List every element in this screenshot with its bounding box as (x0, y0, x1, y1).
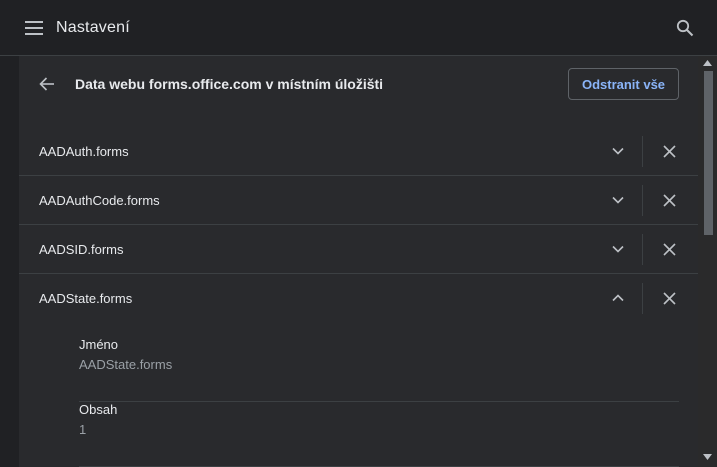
expand-button[interactable] (602, 184, 634, 216)
remove-all-button[interactable]: Odstranit vše (568, 68, 679, 100)
separator (642, 283, 643, 314)
scroll-down-arrow-icon[interactable] (702, 453, 713, 464)
detail-field-content: Obsah 1 (79, 402, 679, 467)
collapse-button[interactable] (602, 282, 634, 314)
menu-icon (25, 20, 43, 35)
page-title: Nastavení (56, 18, 130, 36)
storage-item: AADSID.forms (19, 225, 698, 274)
close-icon (662, 291, 676, 305)
subpage-header: Data webu forms.office.com v místním úlo… (19, 56, 698, 112)
scroll-up-arrow-icon[interactable] (702, 59, 713, 70)
storage-item: AADAuthCode.forms (19, 176, 698, 225)
separator (642, 185, 643, 216)
delete-button[interactable] (653, 135, 685, 167)
storage-item-label: AADSID.forms (39, 241, 124, 257)
chevron-down-icon (612, 245, 624, 253)
detail-label: Obsah (79, 402, 118, 417)
scrollbar-thumb[interactable] (704, 71, 713, 235)
settings-card: Data webu forms.office.com v místním úlo… (19, 56, 698, 467)
chevron-down-icon (612, 196, 624, 204)
separator (642, 234, 643, 265)
delete-button[interactable] (653, 282, 685, 314)
top-toolbar: Nastavení (0, 0, 717, 56)
detail-value: AADState.forms (79, 357, 173, 372)
close-icon (662, 144, 676, 158)
subpage-title: Data webu forms.office.com v místním úlo… (75, 76, 384, 92)
detail-value: 1 (79, 422, 87, 437)
storage-item-label: AADAuth.forms (39, 143, 129, 159)
delete-button[interactable] (653, 184, 685, 216)
storage-item: AADAuth.forms (19, 127, 698, 176)
arrow-back-icon (39, 76, 55, 92)
storage-item-label: AADAuthCode.forms (39, 192, 160, 208)
back-button[interactable] (27, 64, 67, 104)
close-icon (662, 193, 676, 207)
menu-button[interactable] (6, 0, 62, 56)
detail-field-name: Jméno AADState.forms (79, 337, 679, 402)
chevron-up-icon (612, 294, 624, 302)
expand-button[interactable] (602, 135, 634, 167)
delete-button[interactable] (653, 233, 685, 265)
close-icon (662, 242, 676, 256)
left-gutter (0, 56, 19, 467)
separator (642, 136, 643, 167)
vertical-scrollbar[interactable] (698, 56, 717, 467)
expand-button[interactable] (602, 233, 634, 265)
search-icon (676, 19, 694, 37)
search-button[interactable] (673, 16, 697, 40)
detail-label: Jméno (79, 337, 119, 352)
chevron-down-icon (612, 147, 624, 155)
storage-item: AADState.forms (19, 274, 698, 323)
storage-item-label: AADState.forms (39, 291, 133, 306)
